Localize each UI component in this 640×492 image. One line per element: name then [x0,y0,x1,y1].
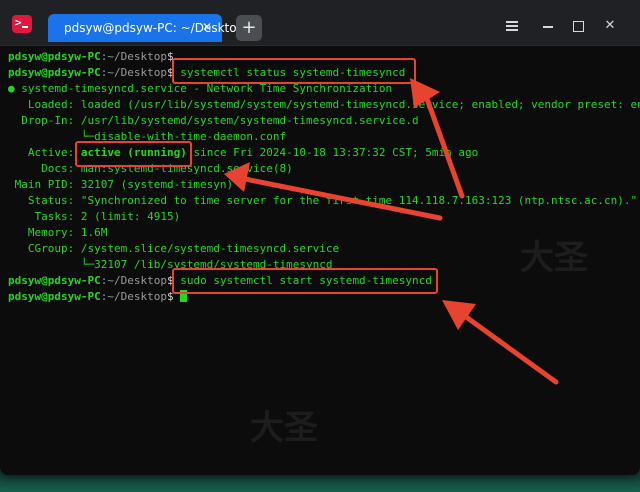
prompt-user: pdsyw@pdsyw-PC [8,66,101,79]
prompt-line: pdsyw@pdsyw-PC:~/Desktop$ [8,49,174,65]
terminal-cursor [180,290,188,302]
menu-icon [506,21,518,23]
memory-line: Memory: 1.6M [8,226,108,239]
docs-line: Docs: man:systemd-timesyncd.service(8) [8,162,293,175]
main-pid-line: Main PID: 32107 (systemd-timesyn) [8,178,234,191]
cgroup-child-line: └─32107 /lib/systemd/systemd-timesyncd [8,258,333,271]
prompt-dollar: $ [166,50,174,63]
prompt-user: pdsyw@pdsyw-PC [8,274,101,287]
maximize-button[interactable] [568,16,588,36]
prompt-dollar: $ [166,290,174,303]
prompt-path: :~/Desktop [100,290,167,303]
new-tab-button[interactable]: + [236,15,262,41]
prompt-path: :~/Desktop [100,50,167,63]
menu-icon-bar [506,29,518,31]
loaded-line: Loaded: loaded (/usr/lib/systemd/system/… [8,98,640,111]
prompt-path: :~/Desktop [100,66,167,79]
active-line: Active: active (running) since Fri 2024-… [8,145,478,161]
terminal-output[interactable]: pdsyw@pdsyw-PC:~/Desktop$ pdsyw@pdsyw-PC… [0,46,640,475]
active-label: Active: [8,146,81,159]
prompt-path: :~/Desktop [100,274,167,287]
tab-terminal[interactable]: pdsyw@pdsyw-PC: ~/Desktop ✕ [48,14,244,42]
maximize-icon [573,21,584,32]
dropin-line: Drop-In: /usr/lib/systemd/system/systemd… [8,114,419,127]
status-line: Status: "Synchronized to time server for… [8,194,638,207]
prompt-user: pdsyw@pdsyw-PC [8,50,101,63]
prompt-underscore-icon [22,26,28,28]
cgroup-line: CGroup: /system.slice/systemd-timesyncd.… [8,242,340,255]
menu-button[interactable] [502,16,522,36]
terminal-app-icon: > [12,15,32,33]
menu-icon-bar [506,25,518,27]
tab-close-icon[interactable]: ✕ [200,20,214,34]
unit-description: systemd-timesyncd.service - Network Time… [14,82,393,95]
title-bar: > pdsyw@pdsyw-PC: ~/Desktop ✕ + ✕ [0,0,640,46]
dropin-file-line: └─disable-with-time-daemon.conf [8,130,287,143]
prompt-dollar: $ [166,66,174,79]
terminal-window: > pdsyw@pdsyw-PC: ~/Desktop ✕ + ✕ pdsyw@… [0,0,640,475]
prompt-line: pdsyw@pdsyw-PC:~/Desktop$ systemctl stat… [8,65,405,81]
prompt-chevron-icon: > [15,16,22,29]
minimize-icon [543,26,553,28]
prompt-dollar: $ [166,274,174,287]
unit-line: ● systemd-timesyncd.service - Network Ti… [8,81,392,97]
prompt-line: pdsyw@pdsyw-PC:~/Desktop$ sudo systemctl… [8,273,432,289]
prompt-line: pdsyw@pdsyw-PC:~/Desktop$ [8,289,188,305]
minimize-button[interactable] [538,16,558,36]
tab-title: pdsyw@pdsyw-PC: ~/Desktop [64,21,245,35]
prompt-user: pdsyw@pdsyw-PC [8,290,101,303]
status-command: systemctl status systemd-timesyncd [180,66,406,79]
active-state: active (running) [80,146,187,159]
tasks-line: Tasks: 2 (limit: 4915) [8,210,181,223]
active-dot-icon: ● [8,82,15,95]
start-command: sudo systemctl start systemd-timesyncd [180,274,432,287]
close-button[interactable]: ✕ [600,16,620,36]
active-since: since Fri 2024-10-18 13:37:32 CST; 5min … [186,146,479,159]
